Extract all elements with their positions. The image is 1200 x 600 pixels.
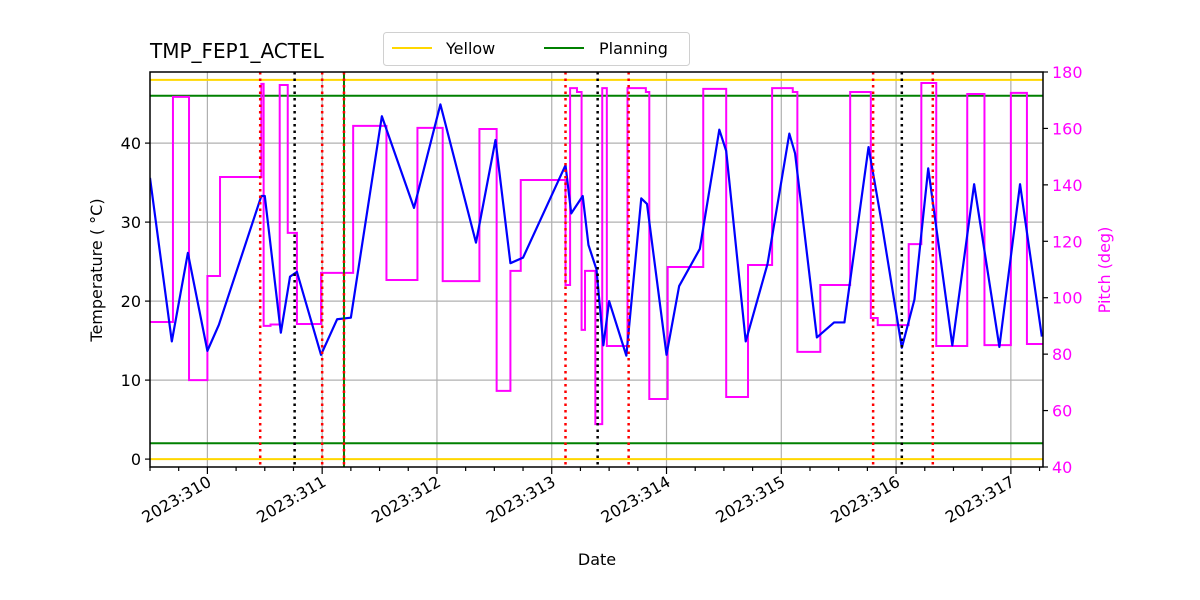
legend-label-yellow: Yellow: [445, 39, 495, 58]
legend-label-planning: Planning: [599, 39, 668, 58]
y-axis-right-title: Pitch (deg): [1095, 227, 1114, 314]
chart: TMP_FEP1_ACTEL Yellow Planning 2023:310 2…: [0, 0, 1200, 600]
y-right-tick-label: 120: [1052, 232, 1083, 251]
y-right-tick-label: 160: [1052, 119, 1083, 138]
y-axis-title: Temperature ( °C): [87, 198, 106, 342]
x-axis-title: Date: [578, 550, 616, 569]
y-tick-label: 10: [121, 371, 141, 390]
y-tick-label: 20: [121, 292, 141, 311]
y-tick-label: 0: [131, 450, 141, 469]
y-tick-label: 30: [121, 213, 141, 232]
chart-title: TMP_FEP1_ACTEL: [149, 39, 325, 63]
y-right-tick-label: 60: [1052, 402, 1072, 421]
y-right-tick-label: 100: [1052, 289, 1083, 308]
y-right-tick-label: 40: [1052, 458, 1072, 477]
y-right-tick-label: 140: [1052, 176, 1083, 195]
y-right-tick-label: 80: [1052, 345, 1072, 364]
y-tick-label: 40: [121, 134, 141, 153]
legend: Yellow Planning: [383, 32, 690, 66]
y-right-tick-label: 180: [1052, 63, 1083, 82]
